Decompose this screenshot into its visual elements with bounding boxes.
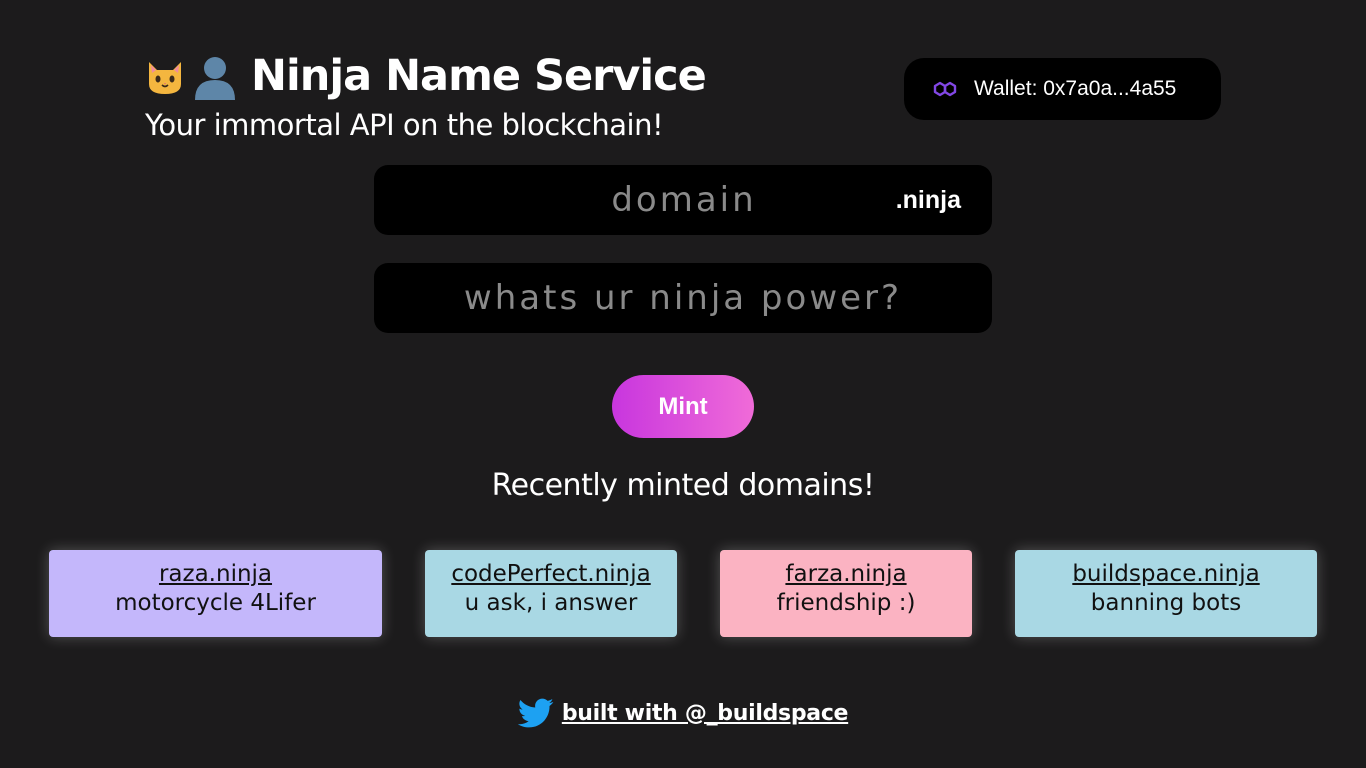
domain-record: banning bots [1090, 590, 1242, 616]
footer: built with @_buildspace [0, 695, 1366, 731]
wallet-address: Wallet: 0x7a0a...4a55 [974, 77, 1177, 100]
ninja-power-input[interactable] [374, 263, 992, 333]
page-title: Ninja Name Service [251, 51, 707, 101]
domain-record: motorcycle 4Lifer [115, 590, 316, 616]
title-row: Ninja Name Service [145, 48, 707, 104]
domain-card: farza.ninja friendship :) [720, 550, 972, 637]
domain-record: u ask, i answer [464, 590, 638, 616]
recent-domains-heading: Recently minted domains! [491, 468, 875, 503]
person-silhouette-icon [195, 57, 235, 100]
twitter-icon [517, 698, 554, 728]
domain-field: .ninja [374, 165, 992, 235]
header: Ninja Name Service Your immortal API on … [145, 48, 707, 142]
tld-suffix: .ninja [895, 186, 961, 214]
mint-button[interactable]: Mint [612, 375, 754, 438]
wallet-badge[interactable]: Wallet: 0x7a0a...4a55 [904, 58, 1221, 120]
domain-card: buildspace.ninja banning bots [1015, 550, 1317, 637]
power-field [374, 263, 992, 333]
buildspace-link[interactable]: built with @_buildspace [562, 701, 849, 726]
polygon-icon [933, 81, 957, 97]
domain-card: codePerfect.ninja u ask, i answer [425, 550, 677, 637]
page-subtitle: Your immortal API on the blockchain! [145, 108, 664, 142]
domain-card: raza.ninja motorcycle 4Lifer [49, 550, 382, 637]
cat-face-icon [149, 62, 181, 94]
page: Ninja Name Service Your immortal API on … [0, 0, 1366, 768]
domain-record: friendship :) [776, 590, 916, 616]
